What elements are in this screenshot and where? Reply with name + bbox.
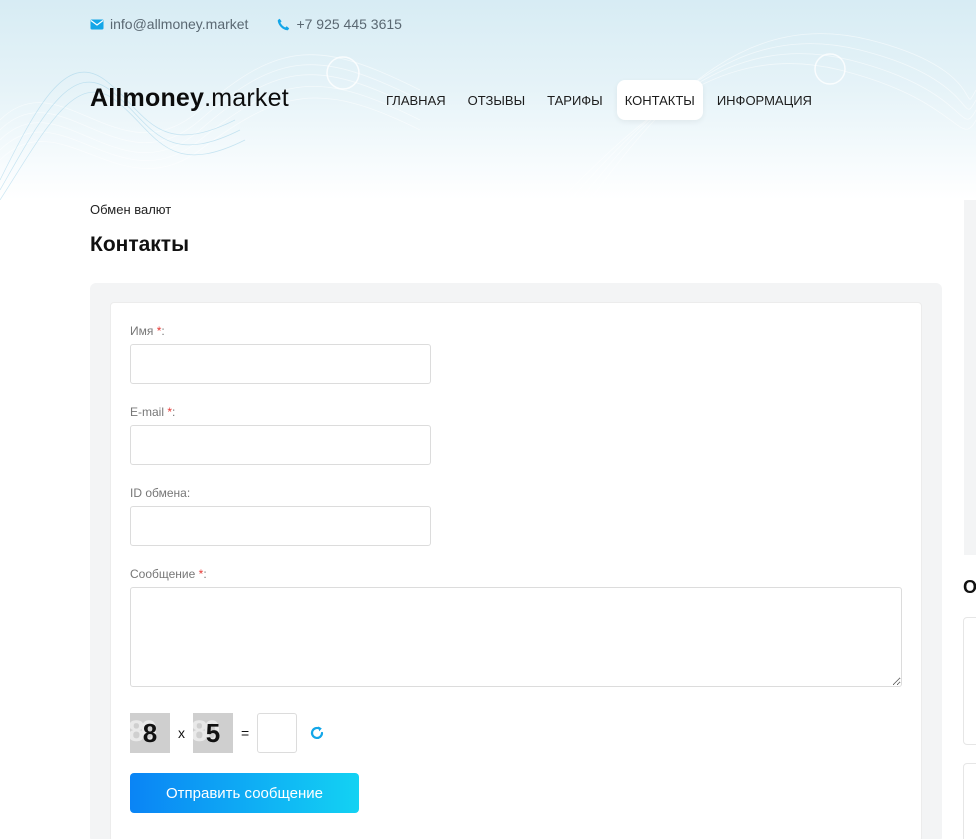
- captcha-operator: x: [178, 725, 185, 741]
- nav-item-info[interactable]: ИНФОРМАЦИЯ: [709, 80, 820, 120]
- nav-item-home[interactable]: ГЛАВНАЯ: [378, 80, 454, 120]
- sidebar-card: [963, 763, 976, 839]
- logo-rest: .market: [204, 84, 289, 112]
- logo-bold: Allmoney: [90, 84, 205, 112]
- sidebar-heading: О: [963, 577, 976, 597]
- name-label-text: Имя: [130, 324, 154, 338]
- main-nav: ГЛАВНАЯ ОТЗЫВЫ ТАРИФЫ КОНТАКТЫ ИНФОРМАЦИ…: [378, 80, 826, 120]
- captcha: 80 8 x 80 5 =: [130, 713, 327, 753]
- contact-phone[interactable]: +7 925 445 3615: [276, 16, 402, 32]
- exchange-id-label: ID обмена:: [130, 486, 191, 500]
- nav-item-tariffs[interactable]: ТАРИФЫ: [539, 80, 611, 120]
- breadcrumb[interactable]: Обмен валют: [90, 202, 171, 217]
- email-label-text: E-mail: [130, 405, 165, 419]
- captcha-answer-input[interactable]: [257, 713, 298, 753]
- message-label: Сообщение *:: [130, 567, 207, 581]
- top-contact-bar: info@allmoney.market +7 925 445 3615: [90, 16, 430, 32]
- captcha-image-b: 80 5: [193, 713, 233, 753]
- message-textarea[interactable]: [130, 587, 902, 687]
- refresh-icon[interactable]: [307, 723, 327, 743]
- contact-email-text: info@allmoney.market: [110, 16, 249, 32]
- exchange-id-input[interactable]: [130, 506, 431, 546]
- message-label-text: Сообщение: [130, 567, 196, 581]
- sidebar-block: [964, 200, 976, 555]
- site-logo[interactable]: Allmoney.market: [90, 84, 289, 113]
- envelope-icon: [90, 17, 104, 31]
- email-label: E-mail *:: [130, 405, 175, 419]
- contact-phone-text: +7 925 445 3615: [296, 16, 402, 32]
- label-colon: :: [172, 405, 176, 419]
- submit-message-button[interactable]: Отправить сообщение: [130, 773, 359, 813]
- captcha-digit-b: 5: [205, 717, 221, 748]
- phone-icon: [276, 17, 290, 31]
- label-colon: :: [161, 324, 165, 338]
- label-colon: :: [203, 567, 207, 581]
- captcha-equals: =: [241, 725, 250, 741]
- page-title: Контакты: [90, 233, 190, 256]
- nav-item-contacts[interactable]: КОНТАКТЫ: [616, 80, 703, 120]
- captcha-digit-a: 8: [142, 717, 158, 748]
- contact-email[interactable]: info@allmoney.market: [90, 16, 248, 32]
- captcha-image-a: 80 8: [130, 713, 170, 753]
- name-label: Имя *:: [130, 324, 165, 338]
- name-input[interactable]: [130, 344, 431, 384]
- sidebar-card: [963, 617, 976, 745]
- email-input[interactable]: [130, 425, 431, 465]
- nav-item-reviews[interactable]: ОТЗЫВЫ: [460, 80, 533, 120]
